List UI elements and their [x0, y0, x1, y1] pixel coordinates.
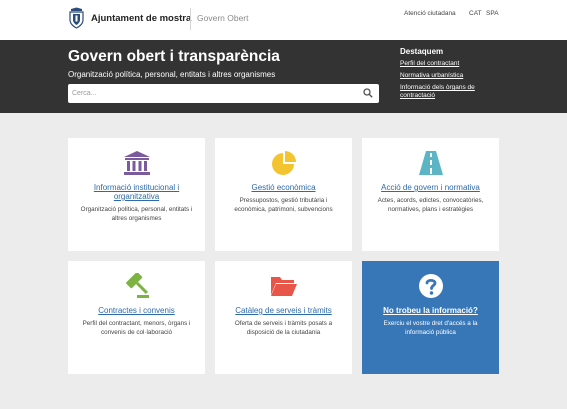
road-icon [418, 151, 443, 175]
citizen-service-link[interactable]: Atenció ciutadana [404, 10, 456, 17]
coat-of-arms-icon [69, 7, 84, 29]
card-title[interactable]: Acció de govern i normativa [368, 183, 493, 192]
card-description: Pressupostos, gestió tributària i econòm… [234, 197, 333, 213]
card-description: Perfil del contractant, menors, òrgans i… [82, 320, 191, 336]
card-institutional-info[interactable]: Informació institucional i organitzativa… [68, 138, 205, 251]
highlight-link-contracting-bodies[interactable]: Informació dels òrgans de contractació [400, 84, 480, 100]
card-services-catalog[interactable]: Catàleg de serveis i tràmits Oferta de s… [215, 261, 352, 374]
card-title[interactable]: Gestió econòmica [221, 183, 346, 192]
highlight-link-contractor-profile[interactable]: Perfil del contractant [400, 60, 480, 68]
brand-logo-link[interactable]: Ajuntament de mostra [68, 7, 191, 29]
highlight-link-urban-planning[interactable]: Normativa urbanística [400, 72, 480, 80]
page-subtitle: Organització política, personal, entitat… [68, 70, 276, 79]
header-divider [190, 8, 191, 30]
card-information-request[interactable]: No trobeu la informació? Exerciu el vost… [362, 261, 499, 374]
card-title[interactable]: Informació institucional i organitzativa [74, 183, 199, 201]
folder-open-icon [270, 277, 297, 296]
institution-icon [123, 151, 150, 175]
top-header: Ajuntament de mostra Govern Obert Atenci… [0, 0, 567, 40]
search-box [68, 84, 379, 103]
hero-banner: Govern obert i transparència Organitzaci… [0, 40, 567, 113]
card-description: Exerciu el vostre dret d'accés a la info… [383, 320, 478, 336]
question-icon [418, 274, 443, 298]
section-name[interactable]: Govern Obert [197, 13, 249, 23]
card-title[interactable]: No trobeu la informació? [368, 306, 493, 315]
search-input[interactable] [68, 84, 358, 103]
brand-name: Ajuntament de mostra [91, 12, 192, 24]
highlights-title: Destaquem [400, 47, 444, 56]
card-title[interactable]: Contractes i convenis [74, 306, 199, 315]
card-economic-management[interactable]: Gestió econòmica Pressupostos, gestió tr… [215, 138, 352, 251]
pie-chart-icon [271, 151, 296, 175]
card-title[interactable]: Catàleg de serveis i tràmits [221, 306, 346, 315]
gavel-icon [125, 273, 149, 298]
language-cat-link[interactable]: CAT [469, 10, 482, 17]
page-title: Govern obert i transparència [68, 48, 280, 65]
search-icon[interactable] [363, 88, 373, 98]
highlights-panel: Destaquem Perfil del contractant Normati… [400, 47, 480, 104]
card-government-action[interactable]: Acció de govern i normativa Actes, acord… [362, 138, 499, 251]
card-description: Organització política, personal, entitat… [80, 206, 193, 222]
card-description: Oferta de serveis i tràmits posats a dis… [234, 320, 333, 336]
card-contracts[interactable]: Contractes i convenis Perfil del contrac… [68, 261, 205, 374]
language-spa-link[interactable]: SPA [486, 10, 499, 17]
card-description: Actes, acords, edictes, convocatòries, n… [377, 197, 484, 213]
